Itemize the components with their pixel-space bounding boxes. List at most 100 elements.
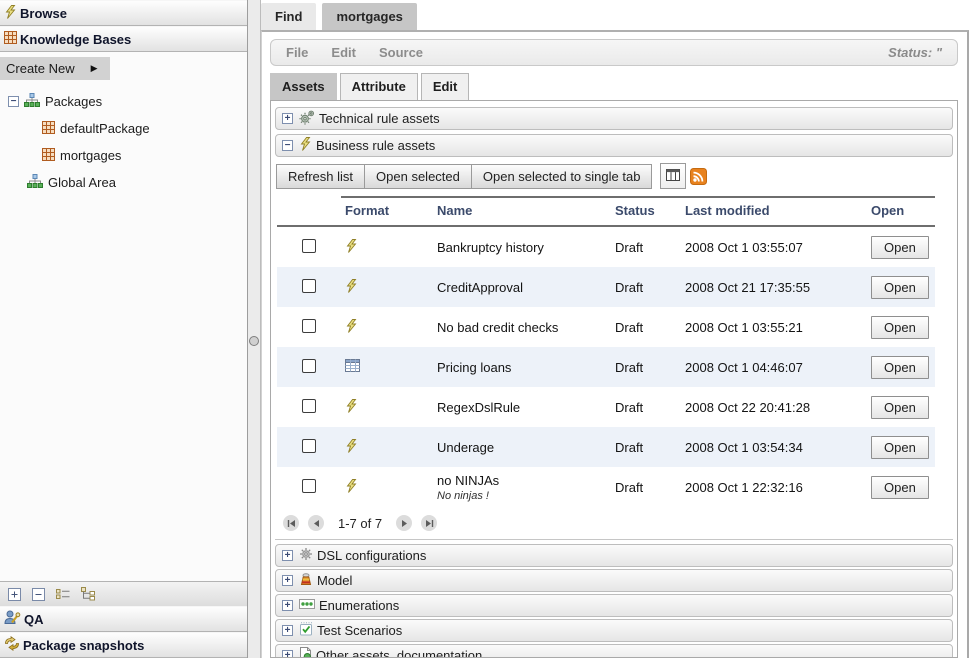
assets-content: + Technical rule assets − Business rule … <box>270 100 958 658</box>
tree-item-packages[interactable]: − Packages <box>0 88 247 115</box>
last-page-button[interactable] <box>421 515 437 531</box>
sidebar-section-qa[interactable]: QA <box>0 606 247 632</box>
col-open: Open <box>867 197 935 226</box>
menu-file[interactable]: File <box>286 45 308 60</box>
expand-expander-icon[interactable]: + <box>282 650 293 658</box>
section-model[interactable]: + Model <box>275 569 953 592</box>
splitter-collapse-handle[interactable] <box>249 336 259 346</box>
collapse-expander-icon[interactable]: − <box>282 140 293 151</box>
table-row[interactable]: RegexDslRule Draft 2008 Oct 22 20:41:28 … <box>277 387 935 427</box>
expand-all-icon[interactable] <box>8 588 21 601</box>
sidebar: Browse Knowledge Bases Create New ▶ − Pa… <box>0 0 248 658</box>
open-asset-button[interactable]: Open <box>871 436 929 459</box>
tab-edit[interactable]: Edit <box>421 73 470 100</box>
model-icon <box>299 572 313 589</box>
asset-name: RegexDslRule <box>437 400 607 415</box>
asset-status: Draft <box>611 267 681 307</box>
row-checkbox[interactable] <box>302 399 316 413</box>
section-test-scenarios[interactable]: + Test Scenarios <box>275 619 953 642</box>
section-label: DSL configurations <box>317 548 426 563</box>
previous-page-button[interactable] <box>308 515 324 531</box>
menu-edit[interactable]: Edit <box>331 45 356 60</box>
table-row[interactable]: Pricing loans Draft 2008 Oct 1 04:46:07 … <box>277 347 935 387</box>
menu-source[interactable]: Source <box>379 45 423 60</box>
expand-expander-icon[interactable]: + <box>282 600 293 611</box>
rule-icon <box>345 281 358 296</box>
sidebar-section-browse[interactable]: Browse <box>0 0 247 26</box>
tab-find[interactable]: Find <box>261 3 316 30</box>
open-asset-button[interactable]: Open <box>871 396 929 419</box>
tree-item-mortgages[interactable]: mortgages <box>0 142 247 169</box>
col-name: Name <box>433 197 611 226</box>
asset-status: Draft <box>611 347 681 387</box>
section-business-rule-assets[interactable]: − Business rule assets <box>275 134 953 157</box>
open-asset-button[interactable]: Open <box>871 276 929 299</box>
menubar: File Edit Source Status: " <box>270 39 958 66</box>
sidebar-tree-toolbar <box>0 581 247 606</box>
collapse-all-icon[interactable] <box>32 588 45 601</box>
columns-picker-button[interactable] <box>660 163 686 189</box>
table-row[interactable]: Bankruptcy history Draft 2008 Oct 1 03:5… <box>277 226 935 267</box>
sidebar-section-package-snapshots[interactable]: Package snapshots <box>0 632 247 658</box>
expand-expander-icon[interactable]: + <box>282 625 293 636</box>
open-asset-button[interactable]: Open <box>871 236 929 259</box>
table-row[interactable]: Underage Draft 2008 Oct 1 03:54:34 Open <box>277 427 935 467</box>
row-checkbox[interactable] <box>302 439 316 453</box>
qa-label: QA <box>24 612 44 627</box>
section-technical-rule-assets[interactable]: + Technical rule assets <box>275 107 953 130</box>
sidebar-splitter[interactable] <box>248 0 261 658</box>
pagination: 1-7 of 7 <box>275 507 953 537</box>
browse-label: Browse <box>20 6 67 21</box>
sidebar-section-knowledge-bases[interactable]: Knowledge Bases <box>0 26 247 52</box>
rule-icon <box>345 441 358 456</box>
asset-last-modified: 2008 Oct 1 03:54:34 <box>681 427 867 467</box>
create-new-button[interactable]: Create New ▶ <box>0 57 110 80</box>
expand-expander-icon[interactable]: + <box>282 550 293 561</box>
refresh-list-button[interactable]: Refresh list <box>276 164 365 189</box>
open-asset-button[interactable]: Open <box>871 316 929 339</box>
tab-assets[interactable]: Assets <box>270 73 337 100</box>
workspace-tabstrip: Find mortgages <box>261 0 971 30</box>
knowledge-base-icon <box>4 31 17 47</box>
table-row[interactable]: No bad credit checks Draft 2008 Oct 1 03… <box>277 307 935 347</box>
tab-attribute[interactable]: Attribute <box>340 73 418 100</box>
package-label: defaultPackage <box>60 121 150 136</box>
open-selected-single-tab-button[interactable]: Open selected to single tab <box>471 164 653 189</box>
expand-expander-icon[interactable]: + <box>282 113 293 124</box>
section-other-assets-documentation[interactable]: + Other assets, documentation <box>275 644 953 658</box>
asset-tabstrip: Assets Attribute Edit <box>262 73 967 100</box>
tree-item-defaultpackage[interactable]: defaultPackage <box>0 115 247 142</box>
asset-last-modified: 2008 Oct 1 22:32:16 <box>681 467 867 507</box>
collapse-expander-icon[interactable]: − <box>8 96 19 107</box>
create-new-label: Create New <box>6 61 75 76</box>
asset-last-modified: 2008 Oct 1 03:55:21 <box>681 307 867 347</box>
open-asset-button[interactable]: Open <box>871 476 929 499</box>
rule-icon <box>299 137 312 154</box>
hierarchy-icon <box>24 93 40 110</box>
table-row[interactable]: no NINJAs No ninjas ! Draft 2008 Oct 1 2… <box>277 467 935 507</box>
next-page-button[interactable] <box>396 515 412 531</box>
row-checkbox[interactable] <box>302 239 316 253</box>
tree-item-global-area[interactable]: Global Area <box>0 169 247 196</box>
tab-mortgages[interactable]: mortgages <box>322 3 416 30</box>
section-enumerations[interactable]: + Enumerations <box>275 594 953 617</box>
row-checkbox[interactable] <box>302 359 316 373</box>
row-checkbox[interactable] <box>302 479 316 493</box>
test-scenarios-icon <box>299 622 313 639</box>
section-dsl-configurations[interactable]: + DSL configurations <box>275 544 953 567</box>
feed-icon[interactable] <box>690 168 707 185</box>
open-asset-button[interactable]: Open <box>871 356 929 379</box>
flat-list-icon[interactable] <box>56 588 70 600</box>
expand-expander-icon[interactable]: + <box>282 575 293 586</box>
hierarchy-view-icon[interactable] <box>81 587 95 601</box>
table-row[interactable]: CreditApproval Draft 2008 Oct 21 17:35:5… <box>277 267 935 307</box>
row-checkbox[interactable] <box>302 319 316 333</box>
row-checkbox[interactable] <box>302 279 316 293</box>
first-page-button[interactable] <box>283 515 299 531</box>
col-status: Status <box>611 197 681 226</box>
asset-status: Draft <box>611 427 681 467</box>
document-icon <box>299 647 312 658</box>
knowledge-bases-panel: Create New ▶ − Packages defaultPackage <box>0 52 247 581</box>
open-selected-button[interactable]: Open selected <box>364 164 472 189</box>
collapsed-sections: + DSL configurations + Model + Enumerati… <box>274 542 954 658</box>
